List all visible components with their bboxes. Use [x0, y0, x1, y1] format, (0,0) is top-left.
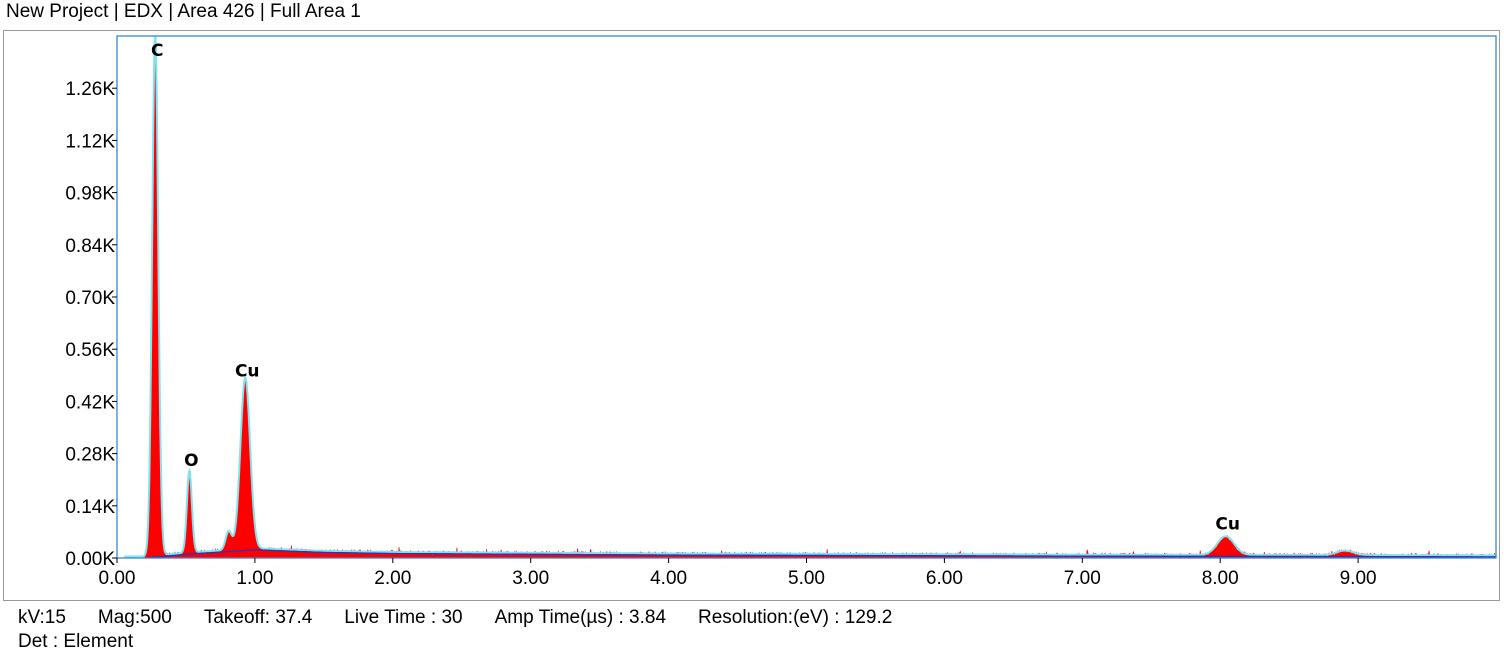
y-tick-label: 0.84K: [65, 236, 115, 257]
y-tick-label: 0.14K: [65, 497, 115, 518]
peak-label-cu: Cu: [235, 361, 260, 381]
x-tick-label: 7.00: [1064, 568, 1101, 589]
peak-label-c: C: [151, 41, 163, 61]
peak-label-cu: Cu: [1215, 514, 1240, 534]
amp-time-value: Amp Time(µs) : 3.84: [494, 607, 667, 628]
x-tick-label: 9.00: [1340, 568, 1377, 589]
x-tick-label: 1.00: [236, 568, 273, 589]
det-value: Det : Element: [18, 631, 134, 652]
peak-label-o: O: [184, 451, 198, 471]
y-tick-label: 0.00K: [65, 549, 115, 570]
x-tick-label: 5.00: [788, 568, 825, 589]
x-tick-label: 0.00: [99, 568, 136, 589]
kv-value: kV:15: [18, 607, 66, 628]
fit-envelope: [123, 36, 1496, 558]
x-tick-label: 8.00: [1202, 568, 1239, 589]
y-tick-label: 1.26K: [65, 79, 115, 100]
y-tick-label: 0.28K: [65, 445, 115, 466]
plot-area: [123, 36, 1496, 558]
x-tick-label: 4.00: [650, 568, 687, 589]
y-tick-label: 0.42K: [65, 392, 115, 413]
spectrum-counts: [133, 36, 1496, 558]
x-tick-label: 3.00: [512, 568, 549, 589]
x-tick-label: 2.00: [374, 568, 411, 589]
mag-value: Mag:500: [97, 607, 172, 628]
y-tick-label: 0.70K: [65, 288, 115, 309]
resolution-value: Resolution:(eV) : 129.2: [698, 607, 893, 628]
axis-box: [116, 35, 1497, 559]
live-time-value: Live Time : 30: [344, 607, 463, 628]
y-tick-label: 0.56K: [65, 340, 115, 361]
x-tick-label: 6.00: [926, 568, 963, 589]
y-tick-label: 1.12K: [65, 131, 115, 152]
peak-labels: C O Cu Cu: [151, 41, 1240, 534]
acquisition-info: kV:15 Mag:500 Takeoff: 37.4 Live Time : 30 A…: [18, 606, 924, 654]
edx-spectrum-chart: 0.00 1.00 2.00 3.00 4.00 5.00 6.00 7.00 8.00 9.00…: [65, 35, 1497, 589]
tick-labels: 0.00 1.00 2.00 3.00 4.00 5.00 6.00 7.00 8.00 9.00…: [65, 79, 1376, 589]
y-tick-label: 0.98K: [65, 184, 115, 205]
axes: [112, 35, 1497, 563]
takeoff-value: Takeoff: 37.4: [203, 607, 313, 628]
